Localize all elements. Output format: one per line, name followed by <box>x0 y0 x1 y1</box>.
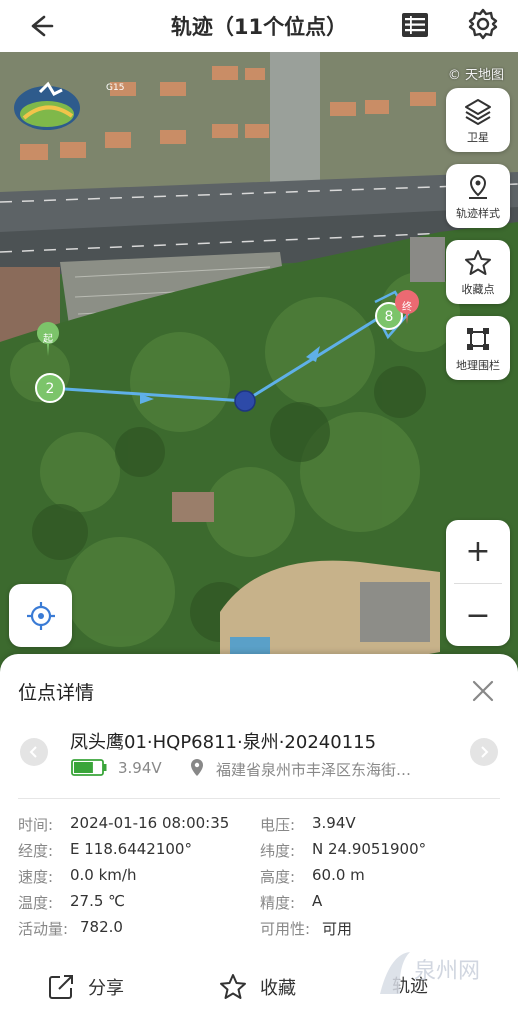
location-pin-icon <box>191 759 203 776</box>
battery-icon <box>71 759 107 776</box>
share-icon <box>49 975 73 999</box>
share-label: 分享 <box>88 978 124 999</box>
geofence-button[interactable]: 地理围栏 <box>446 316 510 380</box>
zoom-controls: + − <box>446 520 510 646</box>
availability-label: 可用性: <box>260 920 311 938</box>
latitude-label: 纬度: <box>260 842 296 860</box>
accuracy-label: 精度: <box>260 894 296 912</box>
next-point-button[interactable] <box>470 738 498 766</box>
favorite-button[interactable]: 收藏 <box>218 972 296 1002</box>
track-style-label: 轨迹样式 <box>456 206 500 220</box>
favorites-button[interactable]: 收藏点 <box>446 240 510 304</box>
app-logo <box>14 81 80 130</box>
voltage-value: 3.94V <box>312 814 356 832</box>
crosshair-icon <box>26 601 55 630</box>
accuracy-value: A <box>312 892 323 910</box>
longitude-label: 经度: <box>18 842 54 860</box>
start-point-number: 2 <box>46 381 55 397</box>
previous-point-button[interactable] <box>20 738 48 766</box>
longitude-value: E 118.6442100° <box>70 840 192 858</box>
point-detail-panel: 位点详情 凤头鹰01·HQP6811·泉州·20240115 3.94V 福建省… <box>0 654 518 1024</box>
time-value: 2024-01-16 08:00:35 <box>70 814 230 832</box>
back-arrow-icon[interactable] <box>22 8 58 44</box>
geofence-icon <box>467 327 489 350</box>
watermark-text: 泉州网 <box>414 959 480 984</box>
voltage-label: 电压: <box>260 816 296 834</box>
gear-icon[interactable] <box>465 6 501 42</box>
close-icon[interactable] <box>470 678 496 704</box>
activity-label: 活动量: <box>18 920 69 938</box>
address-text: 福建省泉州市丰泽区东海街… <box>216 761 412 779</box>
end-marker-label: 终 <box>402 300 412 313</box>
battery-voltage: 3.94V <box>118 759 162 777</box>
favorites-label: 收藏点 <box>461 282 495 296</box>
device-name: 凤头鹰01·HQP6811·泉州·20240115 <box>70 732 377 753</box>
chevron-right-icon <box>481 746 489 758</box>
end-point-number: 8 <box>385 309 394 325</box>
speed-label: 速度: <box>18 868 54 886</box>
layers-icon <box>465 98 491 125</box>
star-icon <box>465 249 491 275</box>
geofence-label: 地理围栏 <box>456 358 500 372</box>
availability-value: 可用 <box>322 920 353 938</box>
locate-button[interactable] <box>9 584 72 647</box>
detail-row: 经度: E 118.6442100° 纬度: N 24.9051900° <box>18 840 498 866</box>
map-attribution: © 天地图 <box>447 68 504 83</box>
share-button[interactable]: 分享 <box>46 972 124 1002</box>
altitude-label: 高度: <box>260 868 296 886</box>
altitude-value: 60.0 m <box>312 866 365 884</box>
detail-row: 速度: 0.0 km/h 高度: 60.0 m <box>18 866 498 892</box>
page-title: 轨迹（11个位点） <box>170 15 348 39</box>
start-marker-label: 起 <box>43 333 53 345</box>
track-style-button[interactable]: 轨迹样式 <box>446 164 510 228</box>
star-outline-icon <box>220 974 246 999</box>
activity-value: 782.0 <box>80 918 123 936</box>
temperature-value: 27.5 ℃ <box>70 892 126 910</box>
detail-row: 温度: 27.5 ℃ 精度: A <box>18 892 498 918</box>
panel-title: 位点详情 <box>18 682 95 704</box>
time-label: 时间: <box>18 816 54 834</box>
satellite-imagery: G15 起 2 8 终 <box>0 52 518 672</box>
detail-row: 时间: 2024-01-16 08:00:35 电压: 3.94V <box>18 814 498 840</box>
detail-row: 活动量: 782.0 可用性: 可用 <box>18 918 498 944</box>
selected-point[interactable] <box>234 390 256 412</box>
divider <box>18 798 500 799</box>
zoom-in-button[interactable]: + <box>446 520 510 582</box>
road-label: G15 <box>106 83 124 93</box>
speed-value: 0.0 km/h <box>70 866 137 884</box>
top-bar: 轨迹（11个位点） <box>0 0 518 52</box>
list-view-icon[interactable] <box>398 8 432 42</box>
watermark-logo: 泉州网 <box>380 952 480 994</box>
map-view[interactable]: G15 起 2 8 终 © 天地图 卫星 轨迹样式 收藏点 地理围栏 + − <box>0 52 518 672</box>
favorite-label: 收藏 <box>260 978 296 999</box>
zoom-out-button[interactable]: − <box>446 584 510 646</box>
satellite-layer-button[interactable]: 卫星 <box>446 88 510 152</box>
chevron-left-icon <box>29 746 37 758</box>
temperature-label: 温度: <box>18 894 54 912</box>
satellite-layer-label: 卫星 <box>467 130 489 144</box>
map-pin-icon <box>469 174 487 199</box>
latitude-value: N 24.9051900° <box>312 840 427 858</box>
